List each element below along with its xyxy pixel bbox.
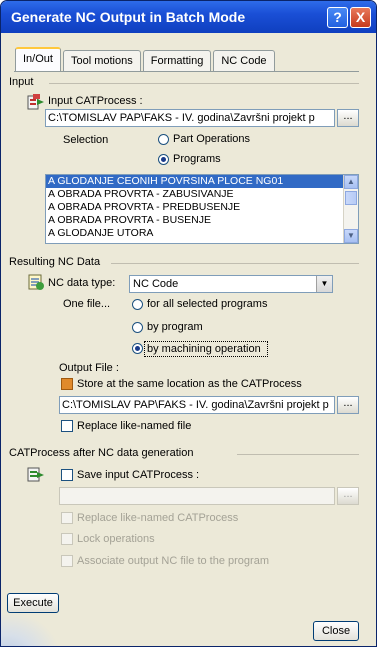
list-item[interactable]: A OBRADA PROVRTA - ZABUSIVANJE (46, 188, 358, 201)
tab-tool-motions[interactable]: Tool motions (62, 50, 141, 71)
associate-output-label: Associate output NC file to the program (77, 555, 269, 567)
programs-scrollbar[interactable]: ▲ ▼ (343, 175, 358, 243)
help-button[interactable]: ? (327, 7, 348, 28)
list-item[interactable]: A OBRADA PROVRTA - BUSENJE (46, 214, 358, 227)
input-catprocess-label: Input CATProcess : (48, 95, 143, 107)
tab-formatting[interactable]: Formatting (142, 50, 212, 71)
replace-catprocess-label: Replace like-named CATProcess (77, 512, 239, 524)
by-program-radio[interactable] (132, 322, 143, 333)
save-input-label: Save input CATProcess : (77, 469, 200, 481)
programs-label: Programs (173, 153, 221, 165)
list-item[interactable]: A GLODANJE UTORA (46, 227, 358, 240)
programs-list[interactable]: A GLODANJE CEONIH POVRSINA PLOCE NG01 A … (45, 174, 359, 244)
lock-operations-label: Lock operations (77, 533, 155, 545)
corner-decoration (1, 611, 61, 646)
replace-like-named-checkbox[interactable] (61, 420, 73, 432)
by-program-label: by program (147, 321, 203, 333)
list-item[interactable]: A OBRADA PROVRTA - PREDBUSENJE (46, 201, 358, 214)
save-browse-button[interactable]: ... (337, 487, 359, 505)
list-item[interactable]: A GLODANJE CEONIH POVRSINA PLOCE NG01 (46, 175, 358, 188)
output-file-label: Output File : (59, 362, 119, 374)
nc-data-type-label: NC data type: (48, 277, 116, 289)
after-group-divider (237, 454, 359, 455)
resulting-group-divider (111, 263, 359, 264)
selection-label: Selection (63, 134, 109, 146)
replace-catprocess-checkbox[interactable] (61, 512, 73, 524)
input-group-label: Input (9, 76, 37, 88)
close-button[interactable]: Close (313, 621, 359, 641)
dialog-window: Generate NC Output in Batch Mode ? X In/… (0, 0, 377, 647)
after-group-label: CATProcess after NC data generation (9, 447, 197, 459)
catprocess-input-icon (27, 94, 44, 110)
store-same-location-checkbox[interactable] (61, 378, 73, 390)
scroll-up-icon[interactable]: ▲ (344, 175, 358, 189)
output-browse-button[interactable]: ... (337, 396, 359, 414)
save-catprocess-icon (27, 467, 44, 482)
scroll-down-icon[interactable]: ▼ (344, 229, 358, 243)
part-operations-label: Part Operations (173, 133, 251, 145)
associate-output-checkbox[interactable] (61, 555, 73, 567)
all-programs-label: for all selected programs (147, 298, 268, 310)
nc-data-icon (28, 274, 44, 290)
nc-data-type-value: NC Code (133, 278, 179, 290)
programs-radio[interactable] (158, 154, 169, 165)
tab-panel (14, 71, 359, 72)
output-path-field[interactable]: C:\TOMISLAV PAP\FAKS - IV. godina\Završn… (59, 396, 335, 414)
by-operation-label: by machining operation (147, 343, 261, 355)
window-close-button[interactable]: X (350, 7, 371, 28)
tab-in-out[interactable]: In/Out (15, 47, 61, 72)
replace-like-named-label: Replace like-named file (77, 420, 192, 432)
title-bar[interactable]: Generate NC Output in Batch Mode ? X (1, 1, 376, 33)
tab-nc-code[interactable]: NC Code (213, 50, 275, 71)
window-title: Generate NC Output in Batch Mode (11, 9, 246, 25)
chevron-down-icon[interactable]: ▼ (316, 276, 332, 292)
resulting-group-label: Resulting NC Data (9, 256, 104, 268)
by-operation-radio[interactable] (132, 343, 143, 354)
scroll-thumb[interactable] (345, 191, 357, 205)
save-path-field[interactable] (59, 487, 335, 505)
input-browse-button[interactable]: ... (337, 109, 359, 127)
input-group-divider (49, 83, 359, 84)
nc-data-type-select[interactable]: NC Code ▼ (129, 275, 333, 293)
tab-strip: In/Out Tool motions Formatting NC Code (15, 47, 277, 72)
one-file-label: One file... (63, 298, 111, 310)
input-catprocess-path[interactable]: C:\TOMISLAV PAP\FAKS - IV. godina\Završn… (45, 109, 335, 127)
lock-operations-checkbox[interactable] (61, 533, 73, 545)
store-same-location-label: Store at the same location as the CATPro… (77, 378, 302, 390)
execute-button[interactable]: Execute (7, 593, 59, 613)
all-programs-radio[interactable] (132, 299, 143, 310)
save-input-checkbox[interactable] (61, 469, 73, 481)
part-operations-radio[interactable] (158, 134, 169, 145)
